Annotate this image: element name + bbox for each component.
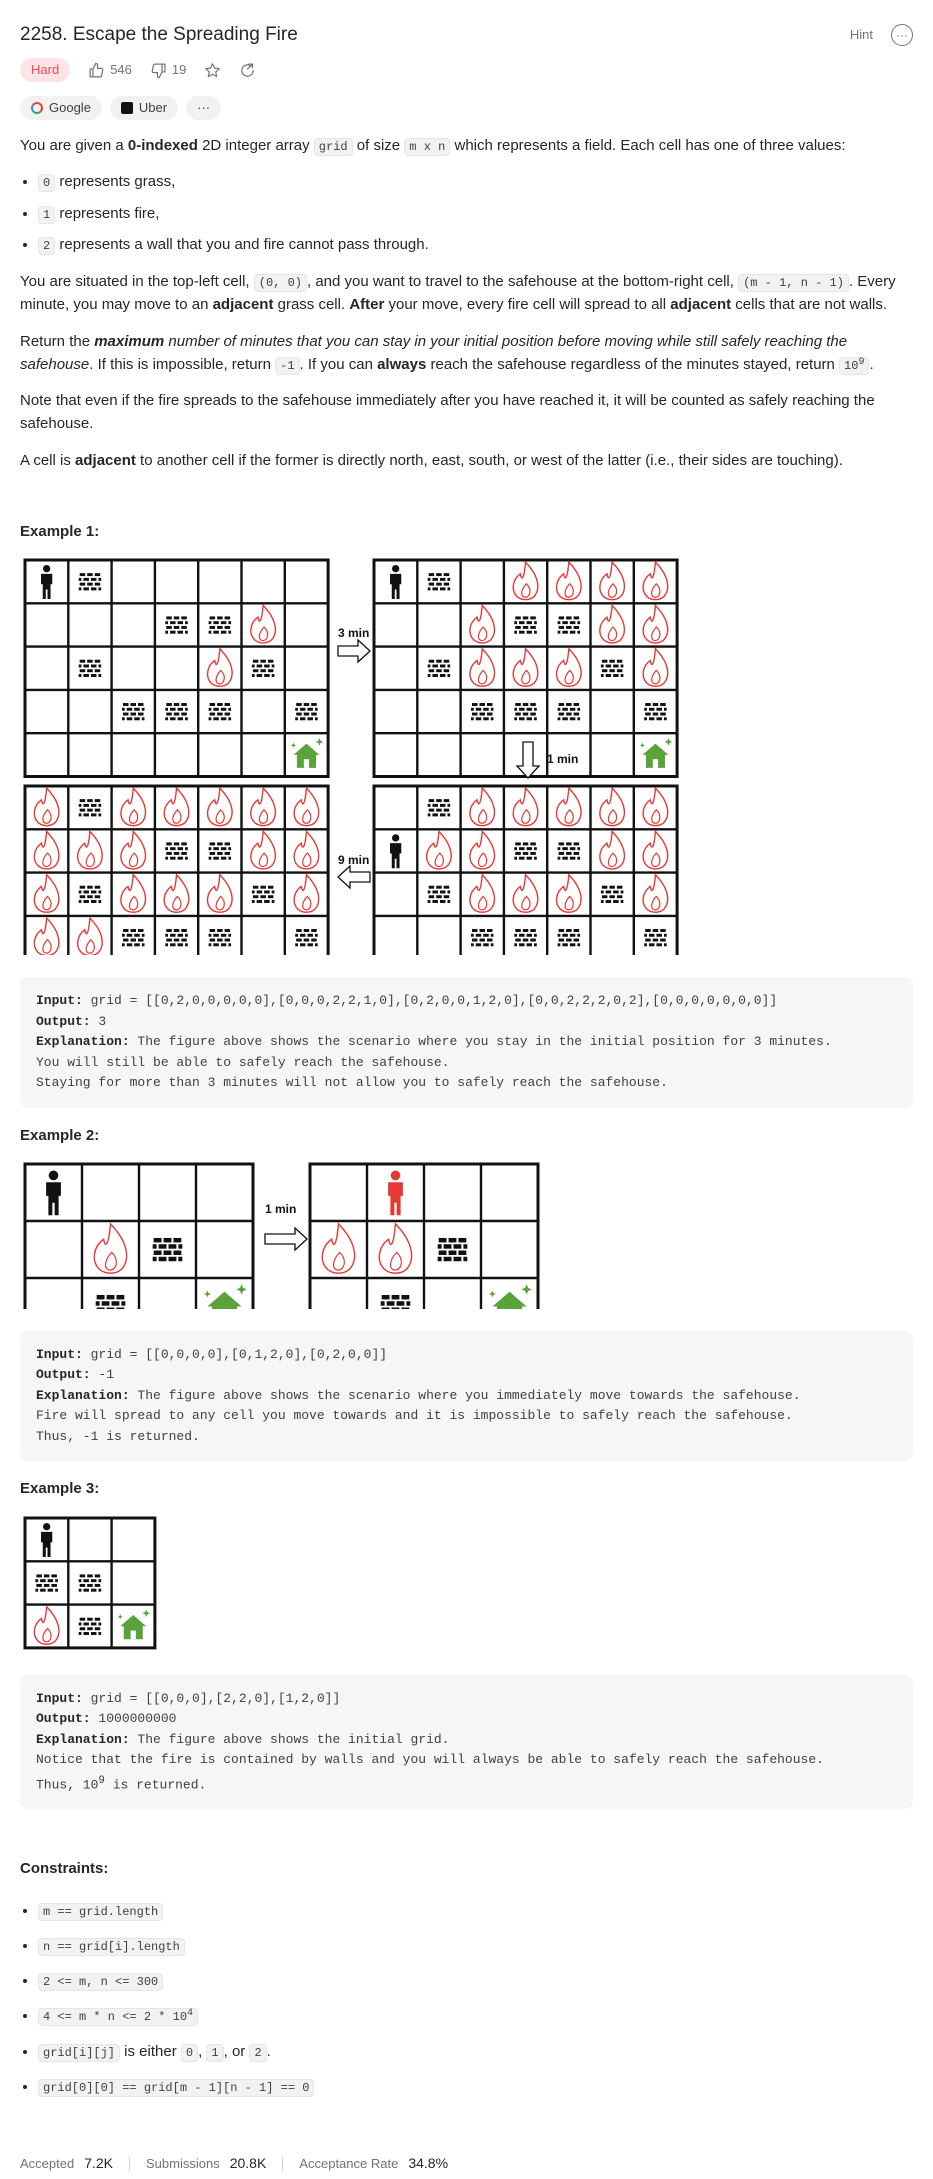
list-item: 1 represents fire, [38, 202, 913, 225]
stats-footer: Accepted 7.2K Submissions 20.8K Acceptance… [20, 2153, 448, 2175]
example-1-title: Example 1: [20, 522, 100, 540]
acceptance-rate-value: 34.8% [408, 2155, 449, 2171]
company-tag-uber[interactable]: Uber [109, 96, 179, 120]
acceptance-rate-label: Acceptance Rate [299, 2155, 399, 2171]
arrow-label: 1 min [547, 752, 578, 766]
grid-ex2-after-1min [308, 1162, 540, 1309]
problem-title: 2258. Escape the Spreading Fire [20, 24, 298, 46]
constraint-item: m == grid.length [38, 1899, 913, 1922]
constraint-item: grid[i][j] is either 0, 1, or 2. [38, 2040, 913, 2063]
example-3-figure [23, 1516, 157, 1649]
accepted-label: Accepted [20, 2155, 75, 2171]
list-item: 2 represents a wall that you and fire ca… [38, 233, 913, 256]
grid-ex1-initial [23, 558, 330, 778]
list-item: 0 represents grass, [38, 170, 913, 193]
like-button[interactable]: 546 [88, 60, 132, 80]
constraint-item: 4 <= m * n <= 2 * 104 [38, 2004, 913, 2027]
uber-logo-icon [120, 102, 133, 114]
constraint-item: grid[0][0] == grid[m - 1][n - 1] == 0 [38, 2075, 913, 2098]
divider [282, 2156, 284, 2171]
ellipsis-icon: ··· [197, 99, 211, 115]
example-2-figure: 1 min [23, 1162, 540, 1309]
example-1-figure: 3 min 1 min 9 min [23, 558, 679, 955]
dislike-button[interactable]: 19 [150, 60, 186, 80]
thumbs-down-icon [151, 63, 166, 78]
more-options-button[interactable]: ··· [891, 24, 913, 46]
company-tag-google[interactable]: Google [20, 96, 102, 120]
difficulty-badge: Hard [20, 58, 71, 83]
constraint-item: n == grid[i].length [38, 1934, 913, 1957]
ellipsis-icon: ··· [896, 28, 908, 42]
arrow-label: 1 min [265, 1202, 296, 1216]
company-tags: Google Uber ··· [20, 96, 222, 120]
example-2-block: Input: grid = [[0,0,0,0],[0,1,2,0],[0,2,… [20, 1330, 913, 1462]
grid-ex3-initial [23, 1516, 157, 1649]
accepted-value: 7.2K [84, 2155, 114, 2171]
problem-header: 2258. Escape the Spreading Fire Hint ··· [20, 20, 913, 50]
desc-paragraph-5: A cell is adjacent to another cell if th… [20, 451, 843, 469]
divider [129, 2156, 131, 2171]
grid-ex1-after-9min [23, 784, 330, 955]
constraint-item: 2 <= m, n <= 300 [38, 1969, 913, 1992]
share-button[interactable] [239, 62, 256, 79]
like-count: 546 [110, 62, 132, 77]
example-2-title: Example 2: [20, 1126, 100, 1144]
google-logo-icon [31, 102, 43, 114]
more-tags-button[interactable]: ··· [186, 96, 222, 120]
grid-ex2-initial [23, 1162, 255, 1309]
submissions-label: Submissions [146, 2155, 220, 2171]
grid-ex1-after-1min [372, 784, 679, 955]
thumbs-up-icon [89, 62, 104, 78]
problem-page: 2258. Escape the Spreading Fire Hint ···… [0, 0, 933, 2179]
problem-description: You are given a 0-indexed 2D integer arr… [20, 134, 913, 2112]
constraints-title: Constraints: [20, 1860, 109, 1878]
desc-paragraph-3: Return the maximum number of minutes tha… [20, 332, 874, 375]
dislike-count: 19 [171, 62, 187, 77]
example-1-block: Input: grid = [[0,2,0,0,0,0,0],[0,0,0,2,… [20, 977, 913, 1108]
star-icon [205, 62, 221, 77]
constraints-list: m == grid.length n == grid[i].length 2 <… [20, 1899, 913, 2099]
grid-border [23, 558, 330, 778]
example-3-block: Input: grid = [[0,0,0],[2,2,0],[1,2,0]] … [20, 1674, 913, 1810]
share-icon [241, 63, 255, 77]
arrow-9-min: 9 min [337, 853, 371, 890]
problem-meta: Hard 546 19 [20, 58, 256, 83]
arrow-1-min: 1 min [264, 1202, 308, 1252]
arrow-3-min: 3 min [337, 626, 371, 664]
hint-button[interactable]: Hint [850, 25, 873, 45]
arrow-label: 9 min [338, 853, 369, 867]
desc-paragraph-2: You are situated in the top-left cell, (… [20, 273, 896, 314]
favorite-button[interactable] [204, 62, 221, 79]
cell-values-list: 0 represents grass, 1 represents fire, 2… [20, 170, 913, 256]
submissions-value: 20.8K [229, 2155, 267, 2171]
arrow-label: 3 min [338, 626, 369, 640]
desc-paragraph-1: You are given a 0-indexed 2D integer arr… [20, 137, 846, 156]
desc-paragraph-4: Note that even if the fire spreads to th… [20, 392, 875, 433]
example-3-title: Example 3: [20, 1480, 100, 1498]
